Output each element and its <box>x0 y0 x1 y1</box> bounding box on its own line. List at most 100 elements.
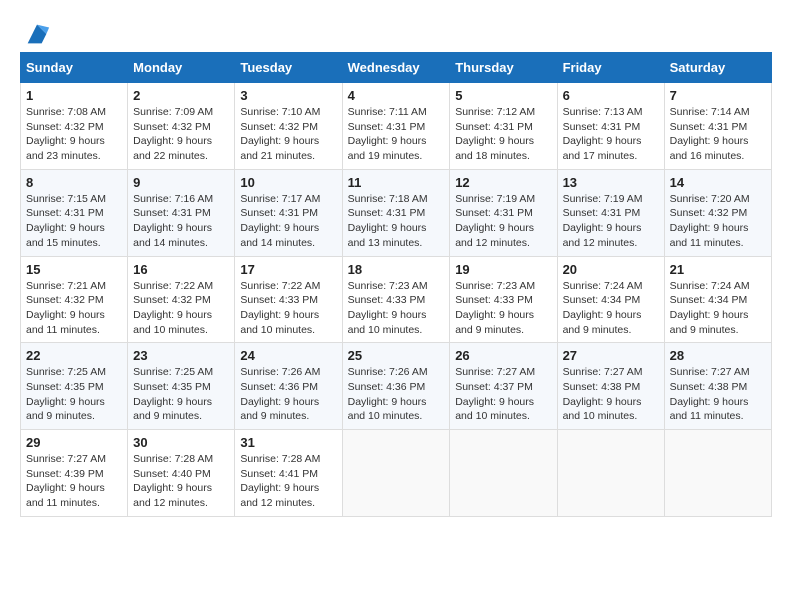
day-info: Sunrise: 7:27 AMSunset: 4:37 PMDaylight:… <box>455 365 551 424</box>
calendar-cell: 28 Sunrise: 7:27 AMSunset: 4:38 PMDayligh… <box>664 343 771 430</box>
day-info: Sunrise: 7:16 AMSunset: 4:31 PMDaylight:… <box>133 192 229 251</box>
day-number: 4 <box>348 88 445 103</box>
calendar-table: SundayMondayTuesdayWednesdayThursdayFrid… <box>20 52 772 517</box>
calendar-header-saturday: Saturday <box>664 53 771 83</box>
calendar-cell: 18 Sunrise: 7:23 AMSunset: 4:33 PMDayligh… <box>342 256 450 343</box>
day-number: 22 <box>26 348 122 363</box>
calendar-cell: 12 Sunrise: 7:19 AMSunset: 4:31 PMDayligh… <box>450 169 557 256</box>
day-number: 18 <box>348 262 445 277</box>
calendar-cell: 31Sunrise: 7:28 AMSunset: 4:41 PMDayligh… <box>235 430 342 517</box>
calendar-week-0: 1 Sunrise: 7:08 AMSunset: 4:32 PMDaylight… <box>21 83 772 170</box>
day-number: 23 <box>133 348 229 363</box>
calendar-cell <box>450 430 557 517</box>
day-info: Sunrise: 7:10 AMSunset: 4:32 PMDaylight:… <box>240 105 336 164</box>
day-number: 11 <box>348 175 445 190</box>
calendar-cell: 29Sunrise: 7:27 AMSunset: 4:39 PMDayligh… <box>21 430 128 517</box>
calendar-cell: 11 Sunrise: 7:18 AMSunset: 4:31 PMDayligh… <box>342 169 450 256</box>
day-number: 17 <box>240 262 336 277</box>
calendar-cell: 7Sunrise: 7:14 AMSunset: 4:31 PMDaylight… <box>664 83 771 170</box>
calendar-cell: 4 Sunrise: 7:11 AMSunset: 4:31 PMDaylight… <box>342 83 450 170</box>
calendar-cell: 24 Sunrise: 7:26 AMSunset: 4:36 PMDayligh… <box>235 343 342 430</box>
day-info: Sunrise: 7:21 AMSunset: 4:32 PMDaylight:… <box>26 279 122 338</box>
day-number: 21 <box>670 262 766 277</box>
calendar-cell: 6 Sunrise: 7:13 AMSunset: 4:31 PMDaylight… <box>557 83 664 170</box>
day-info: Sunrise: 7:19 AMSunset: 4:31 PMDaylight:… <box>563 192 659 251</box>
day-info: Sunrise: 7:17 AMSunset: 4:31 PMDaylight:… <box>240 192 336 251</box>
day-number: 13 <box>563 175 659 190</box>
day-number: 29 <box>26 435 122 450</box>
day-info: Sunrise: 7:28 AMSunset: 4:41 PMDaylight:… <box>240 452 336 511</box>
day-info: Sunrise: 7:25 AMSunset: 4:35 PMDaylight:… <box>133 365 229 424</box>
day-number: 3 <box>240 88 336 103</box>
calendar-cell: 19 Sunrise: 7:23 AMSunset: 4:33 PMDayligh… <box>450 256 557 343</box>
day-info: Sunrise: 7:24 AMSunset: 4:34 PMDaylight:… <box>670 279 766 338</box>
calendar-cell: 13 Sunrise: 7:19 AMSunset: 4:31 PMDayligh… <box>557 169 664 256</box>
day-info: Sunrise: 7:11 AMSunset: 4:31 PMDaylight:… <box>348 105 445 164</box>
calendar-cell: 3 Sunrise: 7:10 AMSunset: 4:32 PMDaylight… <box>235 83 342 170</box>
calendar-cell: 10Sunrise: 7:17 AMSunset: 4:31 PMDayligh… <box>235 169 342 256</box>
day-number: 19 <box>455 262 551 277</box>
day-number: 5 <box>455 88 551 103</box>
day-number: 20 <box>563 262 659 277</box>
day-info: Sunrise: 7:23 AMSunset: 4:33 PMDaylight:… <box>348 279 445 338</box>
day-number: 2 <box>133 88 229 103</box>
calendar-header-wednesday: Wednesday <box>342 53 450 83</box>
calendar-cell: 2 Sunrise: 7:09 AMSunset: 4:32 PMDaylight… <box>128 83 235 170</box>
day-number: 1 <box>26 88 122 103</box>
day-info: Sunrise: 7:26 AMSunset: 4:36 PMDaylight:… <box>240 365 336 424</box>
day-number: 12 <box>455 175 551 190</box>
day-number: 26 <box>455 348 551 363</box>
calendar-week-4: 29Sunrise: 7:27 AMSunset: 4:39 PMDayligh… <box>21 430 772 517</box>
calendar-header-sunday: Sunday <box>21 53 128 83</box>
calendar-cell: 9 Sunrise: 7:16 AMSunset: 4:31 PMDaylight… <box>128 169 235 256</box>
day-info: Sunrise: 7:20 AMSunset: 4:32 PMDaylight:… <box>670 192 766 251</box>
day-number: 16 <box>133 262 229 277</box>
calendar-header-row: SundayMondayTuesdayWednesdayThursdayFrid… <box>21 53 772 83</box>
day-number: 30 <box>133 435 229 450</box>
calendar-cell: 14 Sunrise: 7:20 AMSunset: 4:32 PMDayligh… <box>664 169 771 256</box>
calendar-cell: 17Sunrise: 7:22 AMSunset: 4:33 PMDayligh… <box>235 256 342 343</box>
calendar-cell <box>342 430 450 517</box>
calendar-header-thursday: Thursday <box>450 53 557 83</box>
calendar-cell: 1 Sunrise: 7:08 AMSunset: 4:32 PMDaylight… <box>21 83 128 170</box>
day-info: Sunrise: 7:08 AMSunset: 4:32 PMDaylight:… <box>26 105 122 164</box>
calendar-header-tuesday: Tuesday <box>235 53 342 83</box>
day-number: 24 <box>240 348 336 363</box>
logo-icon <box>23 20 51 48</box>
page-header <box>20 20 772 42</box>
day-info: Sunrise: 7:12 AMSunset: 4:31 PMDaylight:… <box>455 105 551 164</box>
logo <box>20 20 51 42</box>
calendar-cell: 23 Sunrise: 7:25 AMSunset: 4:35 PMDayligh… <box>128 343 235 430</box>
day-number: 6 <box>563 88 659 103</box>
day-info: Sunrise: 7:13 AMSunset: 4:31 PMDaylight:… <box>563 105 659 164</box>
day-info: Sunrise: 7:15 AMSunset: 4:31 PMDaylight:… <box>26 192 122 251</box>
day-number: 9 <box>133 175 229 190</box>
day-info: Sunrise: 7:09 AMSunset: 4:32 PMDaylight:… <box>133 105 229 164</box>
day-number: 25 <box>348 348 445 363</box>
calendar-cell: 26 Sunrise: 7:27 AMSunset: 4:37 PMDayligh… <box>450 343 557 430</box>
day-number: 15 <box>26 262 122 277</box>
day-info: Sunrise: 7:23 AMSunset: 4:33 PMDaylight:… <box>455 279 551 338</box>
calendar-cell: 30 Sunrise: 7:28 AMSunset: 4:40 PMDayligh… <box>128 430 235 517</box>
calendar-header-monday: Monday <box>128 53 235 83</box>
day-info: Sunrise: 7:18 AMSunset: 4:31 PMDaylight:… <box>348 192 445 251</box>
calendar-cell: 22 Sunrise: 7:25 AMSunset: 4:35 PMDayligh… <box>21 343 128 430</box>
calendar-cell: 20 Sunrise: 7:24 AMSunset: 4:34 PMDayligh… <box>557 256 664 343</box>
calendar-cell: 15 Sunrise: 7:21 AMSunset: 4:32 PMDayligh… <box>21 256 128 343</box>
calendar-cell: 27 Sunrise: 7:27 AMSunset: 4:38 PMDayligh… <box>557 343 664 430</box>
calendar-cell: 25Sunrise: 7:26 AMSunset: 4:36 PMDayligh… <box>342 343 450 430</box>
day-info: Sunrise: 7:19 AMSunset: 4:31 PMDaylight:… <box>455 192 551 251</box>
calendar-week-2: 15 Sunrise: 7:21 AMSunset: 4:32 PMDayligh… <box>21 256 772 343</box>
day-number: 14 <box>670 175 766 190</box>
day-info: Sunrise: 7:25 AMSunset: 4:35 PMDaylight:… <box>26 365 122 424</box>
day-number: 8 <box>26 175 122 190</box>
day-info: Sunrise: 7:27 AMSunset: 4:38 PMDaylight:… <box>563 365 659 424</box>
day-info: Sunrise: 7:27 AMSunset: 4:38 PMDaylight:… <box>670 365 766 424</box>
day-info: Sunrise: 7:28 AMSunset: 4:40 PMDaylight:… <box>133 452 229 511</box>
day-number: 7 <box>670 88 766 103</box>
day-number: 27 <box>563 348 659 363</box>
calendar-cell: 5 Sunrise: 7:12 AMSunset: 4:31 PMDaylight… <box>450 83 557 170</box>
calendar-header-friday: Friday <box>557 53 664 83</box>
day-number: 28 <box>670 348 766 363</box>
day-info: Sunrise: 7:24 AMSunset: 4:34 PMDaylight:… <box>563 279 659 338</box>
